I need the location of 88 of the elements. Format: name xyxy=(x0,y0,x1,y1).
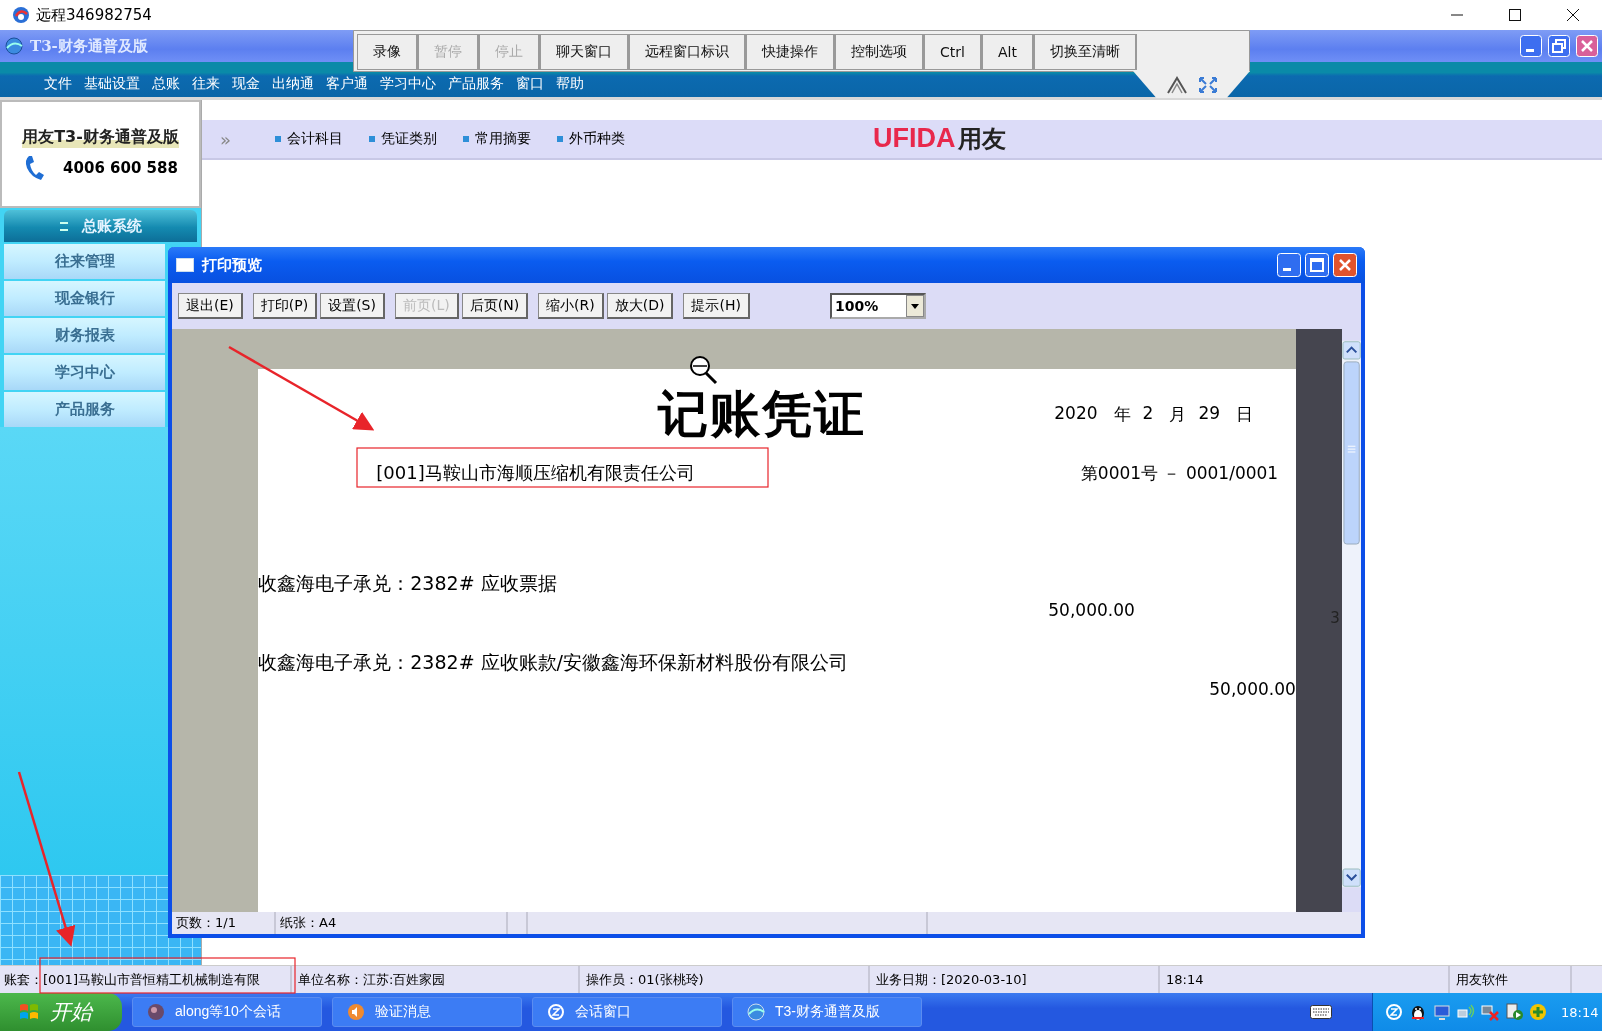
date-value: 2020 xyxy=(1054,402,1098,425)
toolbar-button[interactable]: 打印(P) xyxy=(252,293,318,319)
shortcut-link[interactable]: 常用摘要 xyxy=(463,130,531,148)
document-play-icon[interactable] xyxy=(1505,1003,1523,1021)
taskbar-button[interactable]: along等10个会话 xyxy=(132,997,322,1027)
collapse-chevron-icon[interactable] xyxy=(1165,75,1188,94)
taskbar-button[interactable]: 会话窗口 xyxy=(532,997,722,1027)
sidebar-item[interactable]: 财务报表 xyxy=(4,318,165,353)
sidebar-item[interactable]: 现金银行 xyxy=(4,281,165,316)
section-header[interactable]: 总账系统 xyxy=(4,210,197,242)
toolbar-button[interactable]: 快捷操作 xyxy=(746,34,835,70)
menu-item[interactable]: 客户通 xyxy=(320,73,374,92)
clock: 18:14 xyxy=(1561,1004,1599,1020)
status-text: 页数：1/1 xyxy=(172,912,276,934)
app-logo-icon xyxy=(12,6,30,24)
entry-summary: 收鑫海电子承兑：2382# 应收账款/安徽鑫海环保新材料股份有限公司 xyxy=(258,650,849,674)
menu-item[interactable]: 总账 xyxy=(146,73,186,92)
menu-item[interactable]: 出纳通 xyxy=(266,73,320,92)
maximize-icon[interactable] xyxy=(1508,8,1522,22)
voucher-title: 记账凭证 xyxy=(658,383,868,445)
credit-amount: 50,000.00 xyxy=(1208,677,1296,701)
brand-name: 用友T3-财务通普及版 xyxy=(22,126,179,148)
app-globe-icon xyxy=(747,1003,765,1021)
minimize-icon[interactable] xyxy=(1520,35,1542,57)
keyboard-icon[interactable] xyxy=(1310,1005,1332,1019)
sidebar-item[interactable]: 产品服务 xyxy=(4,392,165,427)
toolbar-button[interactable]: 缩小(R) xyxy=(538,293,604,319)
zoom-dropdown[interactable]: 100% xyxy=(829,293,926,319)
chat-icon xyxy=(147,1003,165,1021)
window-icon xyxy=(176,258,194,272)
app-title: T3-财务通普及版 xyxy=(30,36,148,56)
menu-item[interactable]: 学习中心 xyxy=(374,73,442,92)
date-label: 月 xyxy=(1169,402,1187,426)
shortcut-link[interactable]: 会计科目 xyxy=(275,130,343,148)
taskbar-button[interactable]: T3-财务通普及版 xyxy=(732,997,922,1027)
date-label: 年 xyxy=(1113,402,1131,426)
toolbar-button[interactable]: Alt xyxy=(981,34,1034,70)
toolbar-button[interactable]: 放大(D) xyxy=(606,293,674,319)
toolbar-button[interactable]: Ctrl xyxy=(924,34,982,70)
sidebar-item[interactable]: 往来管理 xyxy=(4,244,165,279)
date-value: 2 xyxy=(1142,402,1154,425)
start-button[interactable]: 开始 xyxy=(0,993,122,1031)
toolbar-button[interactable]: 聊天窗口 xyxy=(540,34,629,70)
window-title: 远程346982754 xyxy=(36,5,152,25)
restore-icon[interactable] xyxy=(1548,35,1570,57)
section-label: 总账系统 xyxy=(81,216,142,236)
fullscreen-icon[interactable] xyxy=(1197,75,1218,94)
shortcut-link[interactable]: 外币种类 xyxy=(557,130,625,148)
menu-item[interactable]: 产品服务 xyxy=(442,73,510,92)
brand-logo: UFIDA用友 xyxy=(873,123,1006,155)
close-icon[interactable] xyxy=(1566,8,1580,22)
chat-bubble-icon[interactable] xyxy=(1385,1003,1403,1021)
company-name: [001]马鞍山市海顺压缩机有限责任公司 xyxy=(376,461,695,485)
minimize-icon[interactable] xyxy=(1277,253,1301,277)
plus-circle-icon[interactable] xyxy=(1529,1003,1547,1021)
window-title: 打印预览 xyxy=(202,255,262,275)
menu-item[interactable]: 基础设置 xyxy=(78,73,146,92)
monitor-icon[interactable] xyxy=(1433,1003,1451,1021)
entry-summary: 收鑫海电子承兑：2382# 应收票据 xyxy=(258,571,558,595)
menu-item[interactable]: 帮助 xyxy=(550,73,590,92)
toolbar-button[interactable]: 设置(S) xyxy=(320,293,385,319)
phone-number: 4006 600 588 xyxy=(63,158,178,177)
collapse-icon[interactable] xyxy=(59,221,68,231)
toolbar-button[interactable]: 切换至清晰 xyxy=(1033,34,1137,70)
menu-item[interactable]: 文件 xyxy=(38,73,78,92)
toolbar-button[interactable]: 后页(N) xyxy=(461,293,529,319)
voucher-number: 第0001号 － 0001/0001 xyxy=(1080,461,1280,485)
taskbar-button[interactable]: 验证消息 xyxy=(332,997,522,1027)
toolbar-button[interactable]: 远程窗口标识 xyxy=(629,34,746,70)
wifi-computer-icon[interactable] xyxy=(1457,1003,1475,1021)
toolbar-button[interactable]: 控制选项 xyxy=(835,34,924,70)
menu-item[interactable]: 往来 xyxy=(186,73,226,92)
shortcut-link[interactable]: 凭证类别 xyxy=(369,130,437,148)
penguin-icon[interactable] xyxy=(1409,1003,1427,1021)
app-globe-icon xyxy=(4,36,24,56)
speaker-icon xyxy=(347,1003,365,1021)
toolbar-button[interactable]: 退出(E) xyxy=(178,293,243,319)
status-text: 纸张：A4 xyxy=(276,912,508,934)
toolbar-button[interactable]: 录像 xyxy=(357,34,418,70)
toolbar-button[interactable]: 提示(H) xyxy=(683,293,750,319)
menu-item[interactable]: 现金 xyxy=(226,73,266,92)
sidebar-item[interactable]: 学习中心 xyxy=(4,355,165,390)
date-label: 日 xyxy=(1236,402,1253,426)
menu-item[interactable]: 窗口 xyxy=(510,73,550,92)
debit-amount: 50,000.00 xyxy=(1047,598,1136,622)
network-error-icon[interactable] xyxy=(1481,1003,1499,1021)
chat-bubble-icon xyxy=(547,1003,565,1021)
date-value: 29 xyxy=(1198,402,1220,425)
